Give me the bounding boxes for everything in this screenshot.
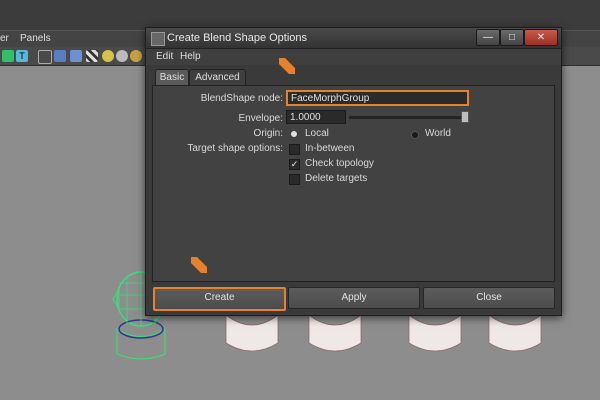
in-between-label: In-between: [305, 143, 355, 154]
blendshape-node-label: BlendShape node:: [200, 93, 283, 104]
pointer-arrow-icon: [191, 257, 207, 273]
maximize-button[interactable]: □: [500, 29, 524, 46]
shelf-tool-icon[interactable]: [2, 50, 14, 62]
dialog-titlebar[interactable]: Create Blend Shape Options — □ ✕: [146, 28, 561, 49]
minimize-button[interactable]: —: [476, 29, 500, 46]
blendshape-node-input[interactable]: [286, 90, 469, 106]
envelope-slider-handle[interactable]: [461, 111, 469, 123]
checker-icon[interactable]: [86, 50, 98, 62]
pointer-arrow-icon: [279, 58, 295, 74]
origin-world-label: World: [425, 128, 451, 139]
check-topology-label: Check topology: [305, 158, 374, 169]
origin-label: Origin:: [253, 128, 283, 139]
target-head-mesh[interactable]: [305, 311, 365, 359]
workspace-toolbar: [0, 0, 600, 30]
sphere-icon[interactable]: [116, 50, 128, 62]
basic-options-panel: BlendShape node: Envelope: Origin: Local…: [152, 85, 555, 282]
envelope-label: Envelope:: [238, 113, 283, 124]
apply-button[interactable]: Apply: [288, 287, 420, 309]
target-head-mesh[interactable]: [222, 311, 282, 359]
dialog-menubar: Edit Help: [146, 49, 561, 65]
tab-basic[interactable]: Basic: [155, 69, 189, 85]
shadow-icon[interactable]: [130, 50, 142, 62]
menu-edit[interactable]: Edit: [156, 51, 173, 62]
in-between-checkbox[interactable]: [289, 144, 300, 155]
origin-local-radio[interactable]: [291, 131, 297, 137]
text-tool-icon[interactable]: T: [16, 50, 28, 62]
origin-local-label: Local: [305, 128, 329, 139]
workspace-menu-item[interactable]: er: [0, 33, 9, 44]
check-topology-checkbox[interactable]: ✓: [289, 159, 300, 170]
target-head-mesh[interactable]: [405, 311, 465, 359]
close-window-button[interactable]: ✕: [524, 29, 558, 46]
workspace-menu-panels[interactable]: Panels: [20, 33, 51, 44]
app-icon: [151, 32, 165, 46]
target-options-label: Target shape options:: [187, 143, 283, 154]
menu-help[interactable]: Help: [180, 51, 201, 62]
tab-advanced[interactable]: Advanced: [189, 69, 246, 85]
delete-targets-label: Delete targets: [305, 173, 368, 184]
close-button[interactable]: Close: [423, 287, 555, 309]
envelope-input[interactable]: [286, 110, 346, 124]
delete-targets-checkbox[interactable]: [289, 174, 300, 185]
envelope-slider-track[interactable]: [349, 116, 467, 119]
cube-icon[interactable]: [38, 50, 52, 64]
light-icon[interactable]: [102, 50, 114, 62]
create-button[interactable]: Create: [153, 287, 286, 311]
origin-world-radio[interactable]: [411, 131, 419, 139]
dialog-title: Create Blend Shape Options: [167, 32, 308, 44]
textured-cube-icon[interactable]: [70, 50, 82, 62]
target-head-mesh[interactable]: [485, 311, 545, 359]
shaded-cube-icon[interactable]: [54, 50, 66, 62]
